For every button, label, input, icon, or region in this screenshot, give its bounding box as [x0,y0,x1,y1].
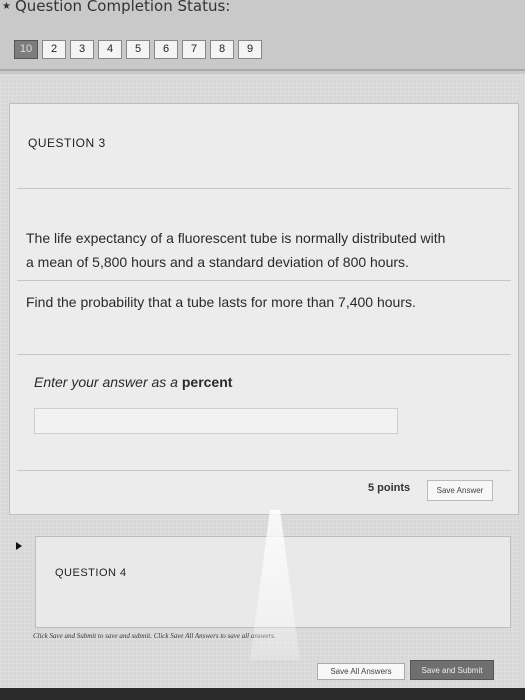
question-3-card: QUESTION 3 The life expectancy of a fluo… [9,103,519,515]
question-3-text-line2: a mean of 5,800 hours and a standard dev… [26,254,409,270]
question-number-5[interactable]: 5 [126,40,150,59]
question-number-2[interactable]: 2 [42,40,66,59]
footer-note: Click Save and Submit to save and submit… [33,632,276,640]
question-number-9[interactable]: 9 [238,40,262,59]
status-title: ★ Question Completion Status: [2,0,231,15]
divider [17,280,511,281]
question-number-8[interactable]: 8 [210,40,234,59]
answer-instruction: Enter your answer as a percent [34,374,233,390]
status-header: ★ Question Completion Status: 10 2 3 4 5 6 7 8 9 [0,0,525,74]
divider [17,354,511,355]
save-answer-button[interactable]: Save Answer [427,480,493,501]
question-4-card: QUESTION 4 [35,536,511,628]
triangle-right-icon[interactable] [16,542,22,550]
star-icon: ★ [2,1,11,12]
question-number-10[interactable]: 10 [14,40,38,59]
question-number-3[interactable]: 3 [70,40,94,59]
question-number-6[interactable]: 6 [154,40,178,59]
points-label: 5 points [368,482,411,494]
header-divider [0,69,525,71]
question-navigation: 10 2 3 4 5 6 7 8 9 [14,40,266,59]
save-all-answers-button[interactable]: Save All Answers [317,663,405,680]
question-3-title: QUESTION 3 [28,136,106,150]
answer-input[interactable] [34,408,398,434]
question-number-7[interactable]: 7 [182,40,206,59]
question-3-prompt: Find the probability that a tube lasts f… [26,294,416,310]
divider [17,470,511,471]
bottom-bezel [0,688,525,700]
question-number-4[interactable]: 4 [98,40,122,59]
divider [17,188,511,189]
save-and-submit-button[interactable]: Save and Submit [410,660,494,680]
question-4-title: QUESTION 4 [55,567,127,579]
question-3-text-line1: The life expectancy of a fluorescent tub… [26,230,446,246]
